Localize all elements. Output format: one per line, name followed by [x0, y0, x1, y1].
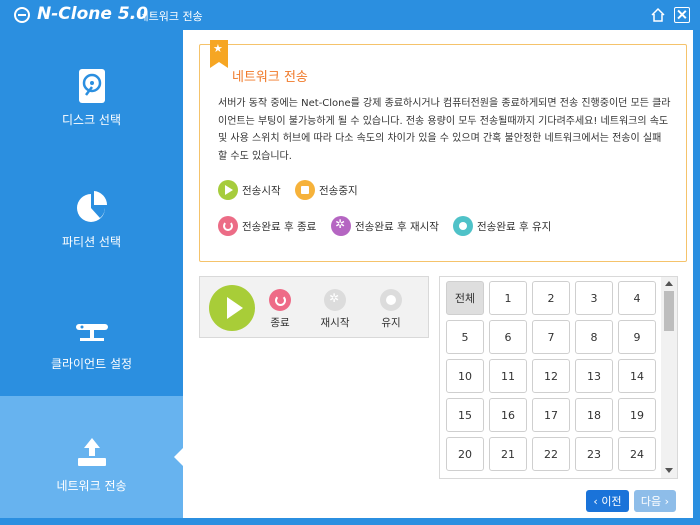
info-body: 서버가 동작 중에는 Net-Clone를 강제 종료하시거나 컴퓨터전원을 종… — [218, 98, 671, 162]
title-bar: N-Clone 5.0 - 네트워크 전송 — [0, 0, 700, 30]
home-button[interactable] — [650, 7, 666, 23]
sidebar-item-disk-select[interactable]: 디스크 선택 — [0, 30, 183, 152]
client-all-button[interactable]: 전체 — [446, 281, 484, 315]
next-button[interactable]: 다음 › — [634, 490, 676, 512]
frame-right — [693, 30, 700, 525]
close-button[interactable] — [674, 7, 690, 23]
home-icon — [651, 7, 665, 22]
active-indicator — [174, 448, 183, 466]
pie-chart-icon — [77, 191, 108, 222]
keep-icon — [380, 289, 402, 311]
client-cell[interactable]: 22 — [532, 437, 570, 471]
client-cell[interactable]: 10 — [446, 359, 484, 393]
client-cell[interactable]: 19 — [618, 398, 656, 432]
client-cell[interactable]: 18 — [575, 398, 613, 432]
sidebar-item-partition-select[interactable]: 파티션 선택 — [0, 152, 183, 274]
sidebar-item-network-transfer[interactable]: 네트워크 전송 — [0, 396, 183, 518]
sidebar-item-label: 클라이언트 설정 — [50, 357, 133, 371]
keep-icon — [453, 216, 473, 236]
client-cell[interactable]: 5 — [446, 320, 484, 354]
client-cell[interactable]: 6 — [489, 320, 527, 354]
client-cell[interactable]: 9 — [618, 320, 656, 354]
client-cell[interactable]: 2 — [532, 281, 570, 315]
stop-icon — [295, 180, 315, 200]
network-icon — [76, 324, 108, 341]
scroll-up-icon[interactable] — [665, 281, 673, 286]
disk-icon — [79, 69, 105, 103]
frame-bottom — [183, 518, 693, 525]
scroll-thumb[interactable] — [664, 291, 674, 331]
upload-icon — [78, 438, 106, 466]
client-cell[interactable]: 15 — [446, 398, 484, 432]
client-cell[interactable]: 16 — [489, 398, 527, 432]
app-logo-icon — [14, 7, 30, 23]
star-ribbon-icon: ★ — [210, 40, 228, 68]
scrollbar[interactable] — [661, 277, 677, 478]
legend-start: 전송시작 — [218, 179, 281, 201]
client-cell[interactable]: 4 — [618, 281, 656, 315]
sidebar-item-label: 파티션 선택 — [61, 235, 121, 249]
restart-option[interactable]: 재시작 — [315, 289, 355, 330]
client-cell[interactable]: 13 — [575, 359, 613, 393]
legend-stop: 전송중지 — [295, 179, 358, 201]
power-icon — [218, 216, 238, 236]
keep-option[interactable]: 유지 — [371, 289, 411, 330]
client-cell[interactable]: 11 — [489, 359, 527, 393]
client-cell[interactable]: 3 — [575, 281, 613, 315]
sidebar: 디스크 선택 파티션 선택 클라이언트 설정 네트워크 전송 — [0, 30, 183, 525]
client-cell[interactable]: 7 — [532, 320, 570, 354]
restart-icon — [324, 289, 346, 311]
client-cell[interactable]: 17 — [532, 398, 570, 432]
sidebar-item-label: 네트워크 전송 — [56, 479, 127, 493]
scroll-down-icon[interactable] — [665, 468, 673, 473]
app-subtitle: - 네트워크 전송 — [131, 10, 203, 23]
play-icon — [218, 180, 238, 200]
client-cell[interactable]: 21 — [489, 437, 527, 471]
info-box: ★ 네트워크 전송 서버가 동작 중에는 Net-Clone를 강제 종료하시거… — [199, 40, 687, 262]
sidebar-item-client-settings[interactable]: 클라이언트 설정 — [0, 274, 183, 396]
client-cell[interactable]: 1 — [489, 281, 527, 315]
prev-button[interactable]: ‹ 이전 — [586, 490, 629, 512]
shutdown-option[interactable]: 종료 — [260, 289, 300, 330]
legend-keep: 전송완료 후 유지 — [453, 215, 551, 237]
sidebar-item-label: 디스크 선택 — [61, 113, 121, 127]
legend-shutdown: 전송완료 후 종료 — [218, 215, 316, 237]
main-panel: ★ 네트워크 전송 서버가 동작 중에는 Net-Clone를 강제 종료하시거… — [183, 30, 693, 518]
power-icon — [269, 289, 291, 311]
client-grid: 전체 1 2 3 4 5 6 7 8 9 10 11 12 13 14 15 16 17 18 19 20 21 22 23 2… — [439, 276, 678, 479]
restart-icon — [331, 216, 351, 236]
client-cell[interactable]: 24 — [618, 437, 656, 471]
client-cell[interactable]: 8 — [575, 320, 613, 354]
client-cell[interactable]: 12 — [532, 359, 570, 393]
client-cell[interactable]: 23 — [575, 437, 613, 471]
client-cell[interactable]: 20 — [446, 437, 484, 471]
start-button[interactable] — [209, 285, 255, 331]
control-panel: 종료 재시작 유지 — [199, 276, 429, 338]
legend-restart: 전송완료 후 재시작 — [331, 215, 439, 237]
client-cell[interactable]: 14 — [618, 359, 656, 393]
info-title: 네트워크 전송 — [232, 70, 308, 85]
